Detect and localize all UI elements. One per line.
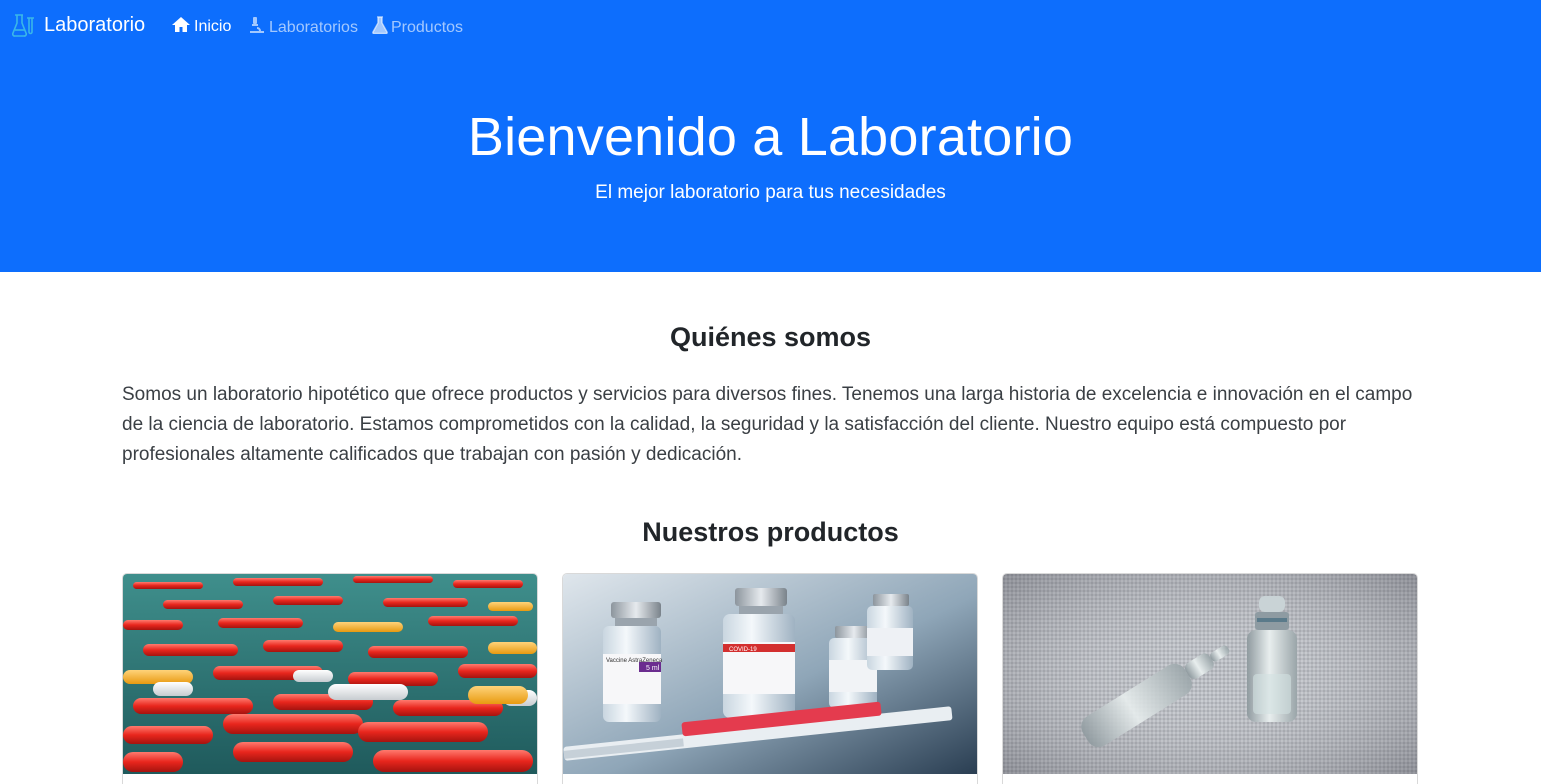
products-title: Nuestros productos — [642, 517, 899, 547]
capsules-image — [123, 574, 537, 774]
about-text: Somos un laboratorio hipotético que ofre… — [122, 384, 1413, 465]
brand-label: Laboratorio — [44, 13, 146, 36]
microscope-icon — [248, 16, 266, 39]
flask-lab-icon — [11, 12, 36, 38]
product-card[interactable] — [1002, 573, 1418, 784]
nav-link-label: Productos — [391, 18, 464, 36]
vaccine-vials-image: 5 ml Vaccine AstraZeneca COVID-19 — [563, 574, 977, 774]
nav-link-laboratorios[interactable]: Laboratorios — [248, 16, 358, 39]
hero-title: Bienvenido a Laboratorio — [467, 107, 1074, 167]
product-card[interactable]: 5 ml Vaccine AstraZeneca COVID-19 — [562, 573, 978, 784]
product-card[interactable] — [122, 573, 538, 784]
nav-link-label: Laboratorios — [269, 18, 358, 36]
navbar: Laboratorio Inicio Laboratorios Producto… — [0, 0, 1541, 54]
about-title: Quiénes somos — [669, 322, 872, 352]
vial-label: 5 ml — [646, 665, 660, 672]
ampoule-image — [1003, 574, 1417, 774]
hero-subtitle: El mejor laboratorio para tus necesidade… — [595, 182, 946, 203]
nav-link-productos[interactable]: Productos — [372, 16, 463, 39]
home-icon — [171, 16, 191, 38]
vial-label: Vaccine AstraZeneca — [606, 658, 663, 664]
nav-link-inicio[interactable]: Inicio — [171, 16, 231, 38]
flask-icon — [372, 16, 388, 39]
hero-banner: Laboratorio Inicio Laboratorios Producto… — [0, 0, 1541, 272]
navbar-brand[interactable]: Laboratorio — [11, 12, 146, 38]
vial-label: COVID-19 — [729, 647, 757, 653]
nav-link-label: Inicio — [194, 18, 232, 35]
